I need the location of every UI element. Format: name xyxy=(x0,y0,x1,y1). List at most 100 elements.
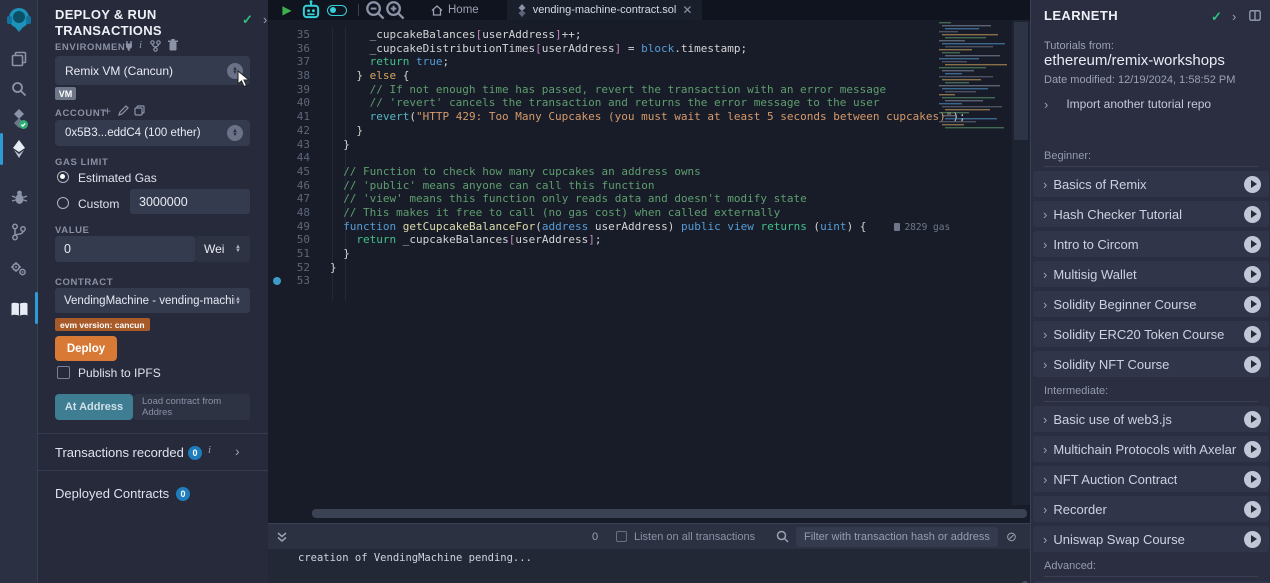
plus-icon[interactable]: + xyxy=(104,104,111,118)
value-unit-select[interactable]: Wei ▲▼ xyxy=(195,236,250,262)
tutorial-item[interactable]: ›NFT Auction Contract xyxy=(1033,466,1269,492)
editor-horizontal-scrollbar[interactable] xyxy=(268,505,1030,523)
clear-filter-icon[interactable]: ⊘ xyxy=(1006,529,1017,545)
play-tutorial-button[interactable] xyxy=(1244,206,1261,223)
custom-gas-radio[interactable] xyxy=(57,197,69,209)
tutorial-section-label: Intermediate: xyxy=(1044,385,1258,402)
code-editor[interactable]: 35_cupcakeBalances[userAddress]++;36_cup… xyxy=(268,20,1030,505)
terminal-filter-input[interactable] xyxy=(796,527,998,547)
editor-vertical-scrollbar[interactable] xyxy=(1012,20,1030,505)
tutorial-item[interactable]: ›Multichain Protocols with Axelar xyxy=(1033,436,1269,462)
play-tutorial-button[interactable] xyxy=(1244,441,1261,458)
code-line-43[interactable]: 43} xyxy=(268,138,1030,152)
sidebar-item-search[interactable] xyxy=(0,74,38,104)
code-line-44[interactable]: 44 xyxy=(268,151,1030,165)
tutorial-item-label: Solidity ERC20 Token Course xyxy=(1053,327,1224,342)
publish-ipfs-checkbox[interactable] xyxy=(57,366,70,379)
run-script-icon[interactable]: ▶ xyxy=(274,0,300,20)
info-icon[interactable]: i xyxy=(139,39,142,51)
value-amount: 0 xyxy=(64,242,71,256)
chevron-right-icon[interactable]: › xyxy=(263,12,267,27)
account-select[interactable]: 0x5B3...eddC4 (100 ether) ▲▼ xyxy=(55,120,250,146)
code-line-45[interactable]: 45// Function to check how many cupcakes… xyxy=(268,165,1030,179)
zoom-in-icon[interactable] xyxy=(385,0,405,20)
tutorial-item-label: Uniswap Swap Course xyxy=(1053,532,1185,547)
sidebar-item-debugger[interactable] xyxy=(0,182,38,212)
environment-select[interactable]: Remix VM (Cancun) ▲▼ xyxy=(55,56,250,85)
tutorial-item[interactable]: ›Uniswap Swap Course xyxy=(1033,526,1269,552)
value-input[interactable]: 0 xyxy=(55,236,195,262)
code-line-47[interactable]: 47// 'view' means this function only rea… xyxy=(268,192,1030,206)
code-line-37[interactable]: 37return true; xyxy=(268,55,1030,69)
play-tutorial-button[interactable] xyxy=(1244,236,1261,253)
toolbar-divider xyxy=(358,4,359,16)
tutorial-item[interactable]: ›Basic use of web3.js xyxy=(1033,406,1269,432)
play-tutorial-button[interactable] xyxy=(1244,501,1261,518)
at-address-button[interactable]: At Address xyxy=(55,394,133,420)
chevron-right-icon[interactable]: › xyxy=(235,443,240,459)
listen-all-transactions-checkbox[interactable] xyxy=(616,531,627,542)
code-line-50[interactable]: 50return _cupcakeBalances[userAddress]; xyxy=(268,233,1030,247)
zoom-out-icon[interactable] xyxy=(365,0,385,20)
tutorial-item[interactable]: ›Multisig Wallet xyxy=(1033,261,1269,287)
tab-file-active[interactable]: vending-machine-contract.sol ✕ xyxy=(507,0,703,20)
remix-logo[interactable] xyxy=(0,4,38,36)
copy-icon[interactable] xyxy=(134,105,145,116)
custom-gas-input[interactable]: 3000000 xyxy=(130,189,250,214)
plug-icon[interactable] xyxy=(124,40,134,51)
pencil-icon[interactable] xyxy=(118,105,129,116)
panel-icon[interactable] xyxy=(1249,10,1261,21)
code-line-36[interactable]: 36_cupcakeDistributionTimes[userAddress]… xyxy=(268,42,1030,56)
tutorial-item[interactable]: ›Intro to Circom xyxy=(1033,231,1269,257)
sidebar-item-file-explorer[interactable] xyxy=(0,44,38,74)
tutorial-item[interactable]: ›Solidity ERC20 Token Course xyxy=(1033,321,1269,347)
ai-toggle-switch[interactable] xyxy=(322,0,352,20)
ai-assistant-robot-icon[interactable] xyxy=(300,0,322,20)
code-line-39[interactable]: 39// If not enough time has passed, reve… xyxy=(268,83,1030,97)
code-line-51[interactable]: 51} xyxy=(268,247,1030,261)
code-line-49[interactable]: 49function getCupcakeBalanceFor(address … xyxy=(268,220,1030,234)
tutorial-item[interactable]: ›Solidity NFT Course xyxy=(1033,351,1269,377)
play-tutorial-button[interactable] xyxy=(1244,176,1261,193)
code-line-42[interactable]: 42} xyxy=(268,124,1030,138)
code-line-48[interactable]: 48// This makes it free to call (no gas … xyxy=(268,206,1030,220)
code-line-52[interactable]: 52} xyxy=(268,261,1030,275)
tutorial-item[interactable]: ›Hash Checker Tutorial xyxy=(1033,201,1269,227)
line-number: 35 xyxy=(268,28,310,42)
play-tutorial-button[interactable] xyxy=(1244,531,1261,548)
sidebar-item-plugin-manager[interactable] xyxy=(0,254,38,284)
play-tutorial-button[interactable] xyxy=(1244,326,1261,343)
close-tab-icon[interactable]: ✕ xyxy=(682,3,692,17)
solidity-file-icon xyxy=(517,4,527,17)
code-line-46[interactable]: 46// 'public' means anyone can call this… xyxy=(268,179,1030,193)
play-tutorial-button[interactable] xyxy=(1244,266,1261,283)
sidebar-item-learneth[interactable] xyxy=(0,295,38,325)
fork-icon[interactable] xyxy=(150,40,161,52)
play-tutorial-button[interactable] xyxy=(1244,471,1261,488)
deploy-button[interactable]: Deploy xyxy=(55,336,117,361)
chevron-right-icon[interactable]: › xyxy=(1232,9,1236,24)
code-line-35[interactable]: 35_cupcakeBalances[userAddress]++; xyxy=(268,28,1030,42)
import-tutorial-repo[interactable]: › Import another tutorial repo xyxy=(1044,97,1211,112)
play-tutorial-button[interactable] xyxy=(1244,296,1261,313)
contract-select[interactable]: VendingMachine - vending-machin ▲▼ xyxy=(55,288,250,313)
minimap[interactable] xyxy=(935,22,1013,130)
info-icon[interactable]: i xyxy=(208,444,211,456)
sidebar-item-git[interactable] xyxy=(0,217,38,247)
tutorial-item[interactable]: ›Solidity Beginner Course xyxy=(1033,291,1269,317)
tutorial-item[interactable]: ›Basics of Remix xyxy=(1033,171,1269,197)
tutorial-item[interactable]: ›Recorder xyxy=(1033,496,1269,522)
sidebar-item-solidity-compiler[interactable] xyxy=(0,104,38,134)
code-line-38[interactable]: 38} else { xyxy=(268,69,1030,83)
play-tutorial-button[interactable] xyxy=(1244,356,1261,373)
at-address-input[interactable]: Load contract from Addres xyxy=(133,394,250,420)
code-line-53[interactable]: 53 xyxy=(268,274,1030,288)
play-tutorial-button[interactable] xyxy=(1244,411,1261,428)
tab-home[interactable]: Home xyxy=(421,0,489,20)
code-line-40[interactable]: 40// 'revert' cancels the transaction an… xyxy=(268,96,1030,110)
estimated-gas-radio[interactable] xyxy=(57,171,69,183)
sidebar-item-deploy-run[interactable] xyxy=(0,134,38,164)
collapse-terminal-icon[interactable] xyxy=(276,531,288,543)
code-line-41[interactable]: 41revert("HTTP 429: Too Many Cupcakes (y… xyxy=(268,110,1030,124)
trash-icon[interactable] xyxy=(168,39,178,51)
